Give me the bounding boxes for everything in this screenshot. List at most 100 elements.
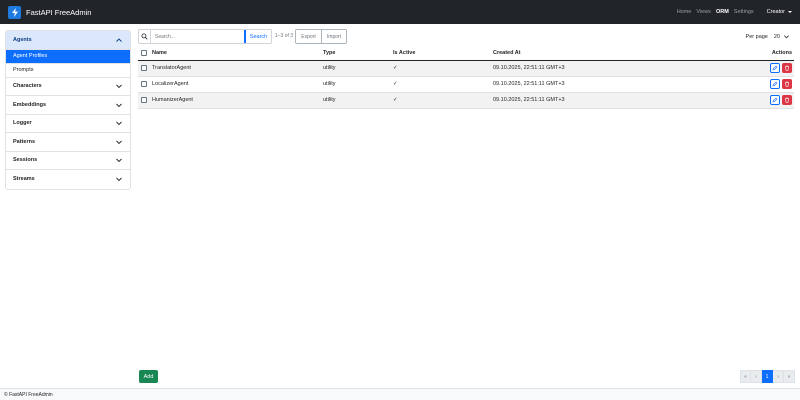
column-header-created-at[interactable]: Created At: [493, 46, 743, 61]
per-page-value: 20: [773, 33, 780, 40]
cell-created-at: 09.10.2025, 22:51:11 GMT+3: [493, 92, 743, 109]
top-navbar: FastAPI FreeAdmin Home Views ORM Setting…: [0, 0, 800, 24]
export-button[interactable]: Export: [296, 30, 321, 43]
table-row: TranslatorAgent utility ✓ 09.10.2025, 22…: [138, 60, 794, 77]
delete-button[interactable]: [782, 63, 792, 73]
delete-button[interactable]: [782, 79, 792, 89]
cell-type: utility: [323, 76, 393, 93]
sidebar-section-label: Characters: [13, 83, 42, 90]
toolbar: Search 1–3 of 3 Export Import Per page 2…: [138, 29, 792, 44]
sidebar-section-streams[interactable]: Streams: [6, 170, 130, 189]
sidebar-section-characters[interactable]: Characters: [6, 78, 130, 96]
search-button[interactable]: Search: [244, 30, 271, 43]
nav-link-settings[interactable]: Settings: [734, 9, 754, 15]
column-header-type[interactable]: Type: [323, 46, 393, 61]
chevron-down-icon: [116, 121, 122, 126]
caret-down-icon: [788, 11, 792, 13]
cell-type: utility: [323, 92, 393, 109]
footer: © FastAPI FreeAdmin: [0, 388, 800, 400]
cell-is-active: ✓: [393, 76, 493, 93]
chevron-down-icon: [116, 84, 122, 89]
sidebar-section-sessions[interactable]: Sessions: [6, 152, 130, 170]
chevron-down-icon: [116, 158, 122, 163]
sidebar-section-label: Logger: [13, 120, 32, 127]
column-header-is-active[interactable]: Is Active: [393, 46, 493, 61]
sidebar-section-embeddings[interactable]: Embeddings: [6, 96, 130, 115]
nav-links: Home Views ORM Settings Creator: [672, 0, 792, 24]
sidebar-item-prompts[interactable]: Prompts: [6, 64, 130, 78]
chevron-down-icon: [116, 177, 122, 182]
page-next-button[interactable]: ›: [773, 370, 784, 383]
cell-is-active: ✓: [393, 60, 493, 77]
sidebar-section-label: Patterns: [13, 138, 36, 145]
page-prev-button[interactable]: ‹: [751, 370, 762, 383]
search-group: Search: [138, 29, 272, 44]
cell-created-at: 09.10.2025, 22:51:11 GMT+3: [493, 60, 743, 77]
table-row: HumanizerAgent utility ✓ 09.10.2025, 22:…: [138, 92, 794, 109]
per-page-control: Per page 20: [746, 29, 792, 44]
edit-button[interactable]: [770, 63, 780, 73]
cell-created-at: 09.10.2025, 22:51:11 GMT+3: [493, 76, 743, 93]
per-page-select[interactable]: 20: [772, 31, 792, 42]
user-menu[interactable]: Creator: [767, 9, 792, 15]
pencil-icon: [772, 81, 778, 87]
row-actions: [743, 79, 794, 89]
table-row: LocalizerAgent utility ✓ 09.10.2025, 22:…: [138, 76, 794, 93]
cell-is-active: ✓: [393, 92, 493, 109]
search-icon: [139, 30, 151, 43]
data-table: Name Type Is Active Created At Actions T…: [138, 46, 794, 109]
fastapi-logo-icon: [8, 5, 21, 19]
column-header-name[interactable]: Name: [152, 46, 323, 61]
column-header-actions: Actions: [743, 46, 794, 61]
trash-icon: [785, 65, 789, 71]
per-page-label: Per page: [745, 33, 768, 40]
search-input[interactable]: [151, 30, 245, 43]
sidebar: Agents Agent Profiles Prompts Characters…: [5, 30, 131, 190]
user-name: Creator: [766, 9, 785, 15]
row-checkbox[interactable]: [141, 96, 147, 103]
pagination: « ‹ 1 › »: [740, 370, 795, 383]
row-actions: [743, 95, 794, 105]
sidebar-section-patterns[interactable]: Patterns: [6, 133, 130, 152]
add-button[interactable]: Add: [139, 370, 158, 383]
sidebar-item-agent-profiles[interactable]: Agent Profiles: [6, 49, 130, 64]
cell-type: utility: [323, 60, 393, 77]
page-current-button[interactable]: 1: [762, 370, 773, 383]
edit-button[interactable]: [770, 95, 780, 105]
sidebar-section-label: Embeddings: [13, 101, 47, 108]
nav-link-home[interactable]: Home: [677, 9, 692, 15]
result-count: 1–3 of 3: [275, 33, 294, 39]
sidebar-section-label: Streams: [13, 176, 35, 183]
chevron-up-icon: [116, 38, 122, 42]
brand[interactable]: FastAPI FreeAdmin: [8, 5, 92, 19]
edit-button[interactable]: [770, 79, 780, 89]
sidebar-section-label: Agents: [13, 36, 32, 43]
row-actions: [743, 63, 794, 73]
export-import-group: Export Import: [295, 29, 347, 44]
trash-icon: [785, 81, 789, 87]
cell-name[interactable]: TranslatorAgent: [152, 60, 323, 77]
row-checkbox[interactable]: [141, 64, 147, 71]
nav-link-views[interactable]: Views: [696, 9, 711, 15]
row-checkbox[interactable]: [141, 80, 147, 87]
brand-title: FastAPI FreeAdmin: [26, 7, 92, 17]
pencil-icon: [772, 97, 778, 103]
sidebar-section-logger[interactable]: Logger: [6, 115, 130, 133]
sidebar-section-agents[interactable]: Agents: [6, 31, 130, 50]
select-all-checkbox[interactable]: [141, 49, 147, 56]
cell-name[interactable]: LocalizerAgent: [152, 76, 323, 93]
page-first-button[interactable]: «: [740, 370, 751, 383]
table-header-row: Name Type Is Active Created At Actions: [138, 46, 794, 61]
cell-name[interactable]: HumanizerAgent: [152, 92, 323, 109]
delete-button[interactable]: [782, 95, 792, 105]
footer-text: © FastAPI FreeAdmin: [4, 391, 53, 398]
page-last-button[interactable]: »: [784, 370, 795, 383]
import-button[interactable]: Import: [321, 30, 346, 43]
pencil-icon: [772, 65, 778, 71]
sidebar-section-label: Sessions: [13, 157, 38, 164]
trash-icon: [785, 97, 789, 103]
chevron-down-icon: [784, 35, 789, 39]
nav-link-orm[interactable]: ORM: [716, 9, 729, 15]
chevron-down-icon: [116, 140, 122, 144]
chevron-down-icon: [116, 103, 122, 107]
